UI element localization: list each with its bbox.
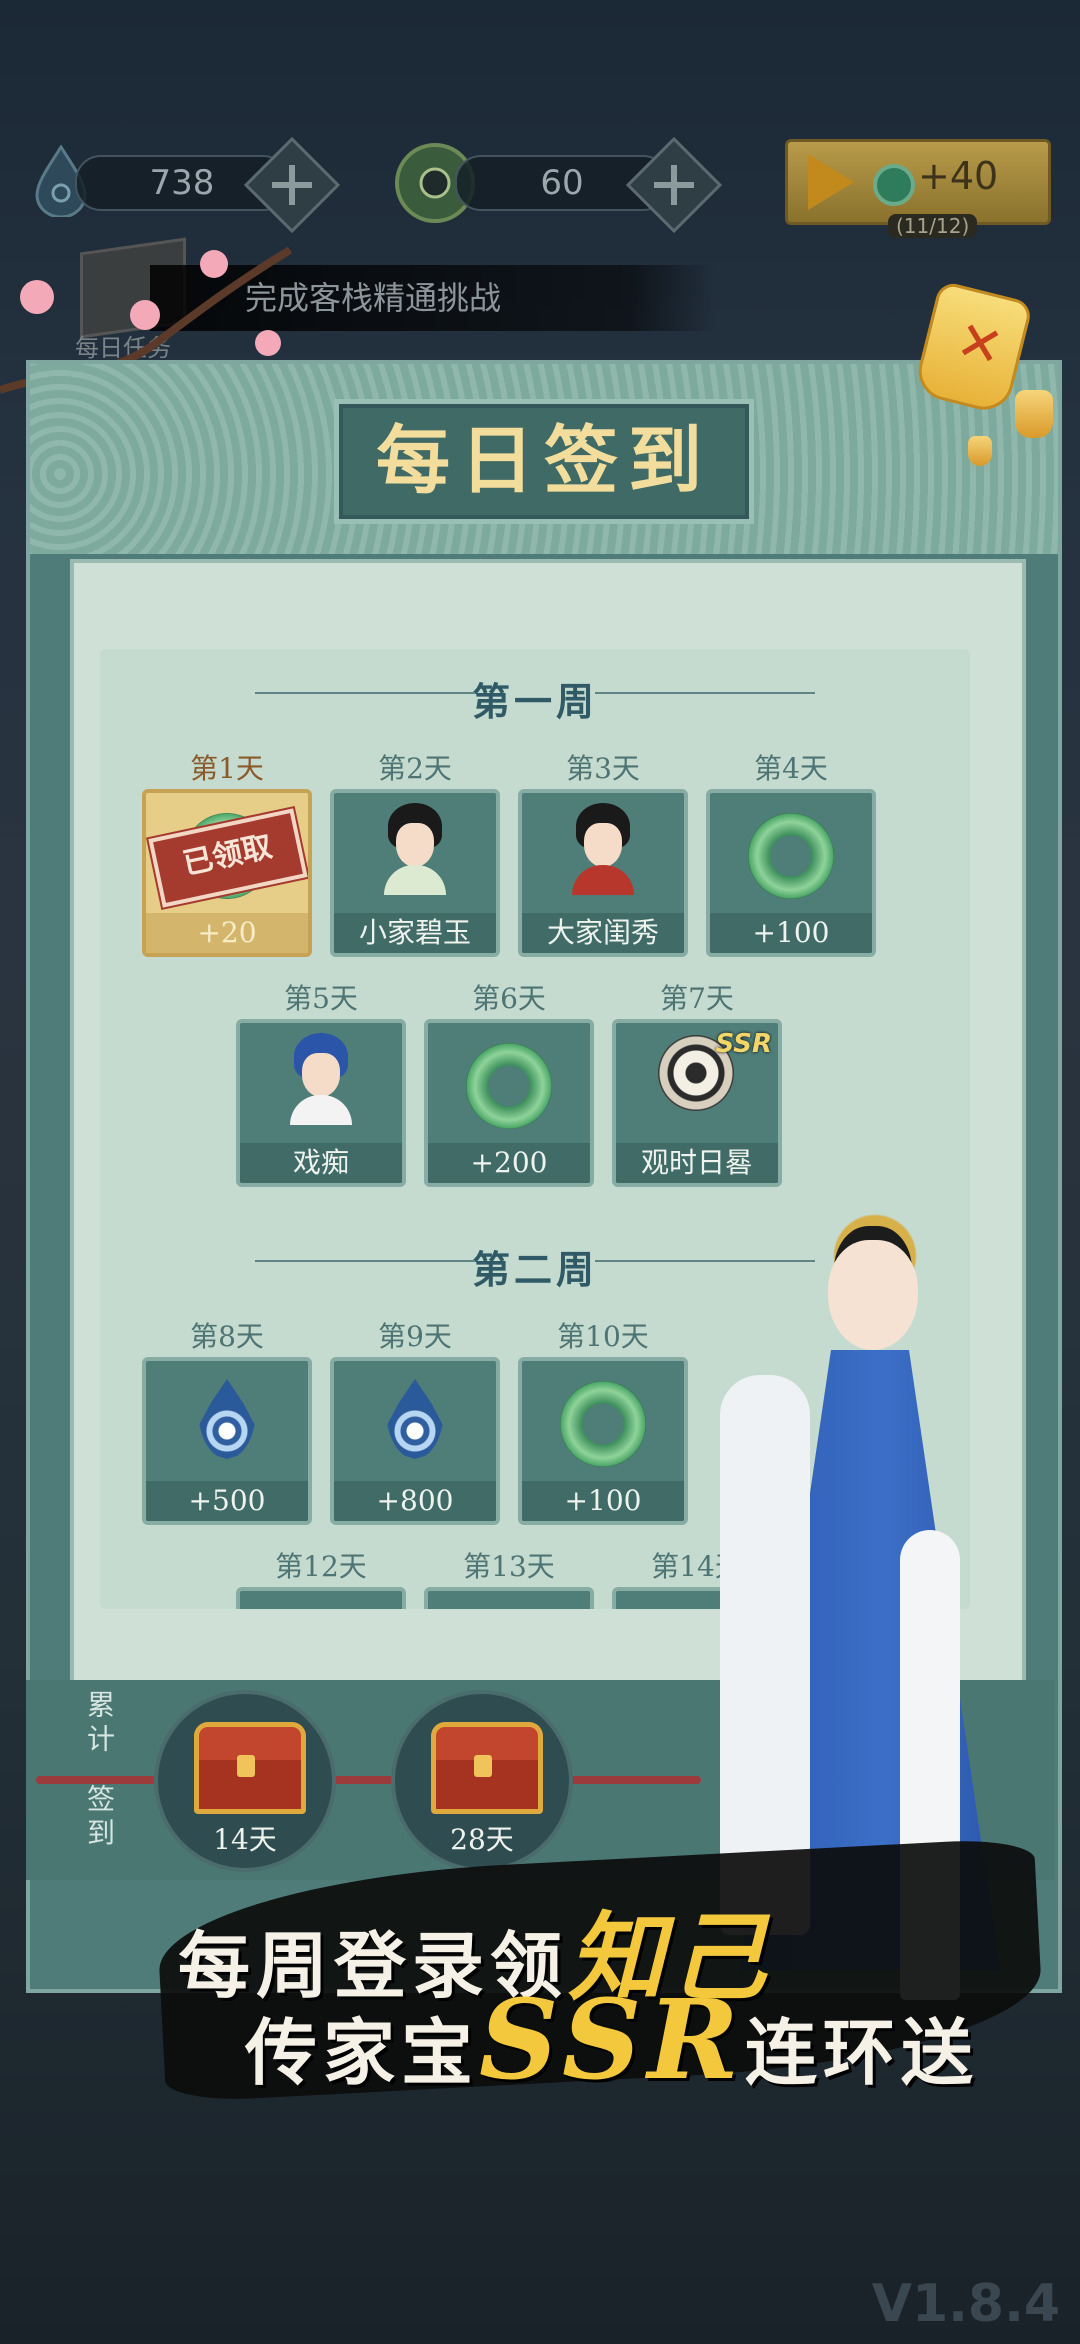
spirit-drop-icon xyxy=(386,1379,444,1459)
day-3[interactable]: 第3天 大家闺秀 xyxy=(518,749,688,957)
jade-coin-icon xyxy=(748,813,834,899)
panel-header: 每日签到 xyxy=(30,364,1058,554)
treasure-chest-icon xyxy=(194,1722,306,1814)
slogan-highlight: SSR xyxy=(479,1975,745,2104)
reward-label: 小家碧玉 xyxy=(334,913,496,953)
day-7[interactable]: 第7天 SSR 观时日晷 xyxy=(612,979,782,1187)
reward-label: +100 xyxy=(522,1481,684,1521)
reward-label: +200 xyxy=(428,1143,590,1183)
treasure-chest-icon xyxy=(431,1722,543,1814)
spirit-add-button[interactable] xyxy=(243,136,341,234)
reward-label: +20 xyxy=(146,913,308,953)
day-12[interactable]: 第12天 xyxy=(236,1547,406,1609)
day-13[interactable]: 第13天 xyxy=(424,1547,594,1609)
accumulate-label-bottom: 签到 xyxy=(83,1784,116,1852)
reward-card[interactable] xyxy=(424,1587,594,1609)
day-label: 第7天 xyxy=(660,982,734,1015)
day-6[interactable]: 第6天 +200 xyxy=(424,979,594,1187)
claimed-stamp: 已领取 xyxy=(148,808,308,908)
reward-card[interactable]: 已领取 +20 xyxy=(142,789,312,957)
watch-video-button[interactable]: +40 (11/12) xyxy=(785,139,1051,238)
reward-label: +100 xyxy=(710,913,872,953)
slogan-text: 连环送 xyxy=(744,2010,979,2095)
day-5[interactable]: 第5天 戏痴 xyxy=(236,979,406,1187)
page-title: 每日签到 xyxy=(376,418,712,504)
opera-actress-portrait-icon xyxy=(290,1033,352,1125)
reward-card[interactable]: 大家闺秀 xyxy=(518,789,688,957)
milestone-label: 28天 xyxy=(450,1823,514,1856)
slogan-line-2: 传家宝SSR连环送 xyxy=(245,1975,979,2104)
day-label: 第2天 xyxy=(378,752,452,785)
day-10[interactable]: 第10天 +100 xyxy=(518,1317,688,1525)
reward-card[interactable]: +100 xyxy=(518,1357,688,1525)
day-2[interactable]: 第2天 小家碧玉 xyxy=(330,749,500,957)
day-label: 第4天 xyxy=(754,752,828,785)
jade-coin-icon xyxy=(466,1043,552,1129)
reward-label: 观时日晷 xyxy=(616,1143,778,1183)
jade-coin-icon xyxy=(873,164,915,206)
close-icon: ✕ xyxy=(950,307,1010,381)
milestone-14[interactable]: 14天 xyxy=(154,1690,336,1872)
accumulate-label-top: 累计 xyxy=(83,1690,116,1758)
day-9[interactable]: 第9天 +800 xyxy=(330,1317,500,1525)
maiden-portrait-icon xyxy=(384,803,446,895)
reward-card[interactable]: 戏痴 xyxy=(236,1019,406,1187)
day-1[interactable]: 第1天 已领取 +20 xyxy=(142,749,312,957)
reward-card[interactable]: +200 xyxy=(424,1019,594,1187)
day-label: 第5天 xyxy=(284,982,358,1015)
progress-track xyxy=(36,1776,701,1784)
reward-card[interactable]: +500 xyxy=(142,1357,312,1525)
day-label: 第13天 xyxy=(463,1550,555,1583)
reward-card[interactable]: +100 xyxy=(706,789,876,957)
lantern-icon xyxy=(1015,390,1053,438)
day-8[interactable]: 第8天 +500 xyxy=(142,1317,312,1525)
slogan-text: 传家宝 xyxy=(245,2010,480,2095)
reward-label: +800 xyxy=(334,1481,496,1521)
reward-label: +500 xyxy=(146,1481,308,1521)
video-reward: +40 xyxy=(918,154,999,198)
play-icon xyxy=(808,154,854,210)
jade-add-button[interactable] xyxy=(625,136,723,234)
day-label: 第8天 xyxy=(190,1320,264,1353)
week-1-header: 第一周 xyxy=(100,671,970,726)
milestone-28[interactable]: 28天 xyxy=(391,1690,573,1872)
reward-card[interactable]: SSR 观时日晷 xyxy=(612,1019,782,1187)
top-hud: 738 60 +40 (11/12) xyxy=(0,135,1080,238)
day-label: 第10天 xyxy=(557,1320,649,1353)
reward-card[interactable] xyxy=(236,1587,406,1609)
week-2-title: 第二周 xyxy=(471,1247,598,1292)
lantern-icon xyxy=(968,436,992,466)
day-4[interactable]: 第4天 +100 xyxy=(706,749,876,957)
jade-coin-icon xyxy=(560,1381,646,1467)
spirit-drop-icon xyxy=(198,1379,256,1459)
version-label: V1.8.4 xyxy=(871,2274,1060,2334)
day-label: 第3天 xyxy=(566,752,640,785)
day-label: 第1天 xyxy=(190,752,264,785)
reward-card[interactable]: +800 xyxy=(330,1357,500,1525)
reward-label: 大家闺秀 xyxy=(522,913,684,953)
reward-label: 戏痴 xyxy=(240,1143,402,1183)
day-label: 第12天 xyxy=(275,1550,367,1583)
reward-card[interactable]: 小家碧玉 xyxy=(330,789,500,957)
day-label: 第9天 xyxy=(378,1320,452,1353)
ssr-badge: SSR xyxy=(715,1029,772,1059)
milestone-label: 14天 xyxy=(213,1823,277,1856)
day-label: 第6天 xyxy=(472,982,546,1015)
lady-portrait-icon xyxy=(572,803,634,895)
video-count: (11/12) xyxy=(888,214,978,238)
title-plate: 每日签到 xyxy=(334,399,754,524)
week-1-title: 第一周 xyxy=(471,679,598,724)
